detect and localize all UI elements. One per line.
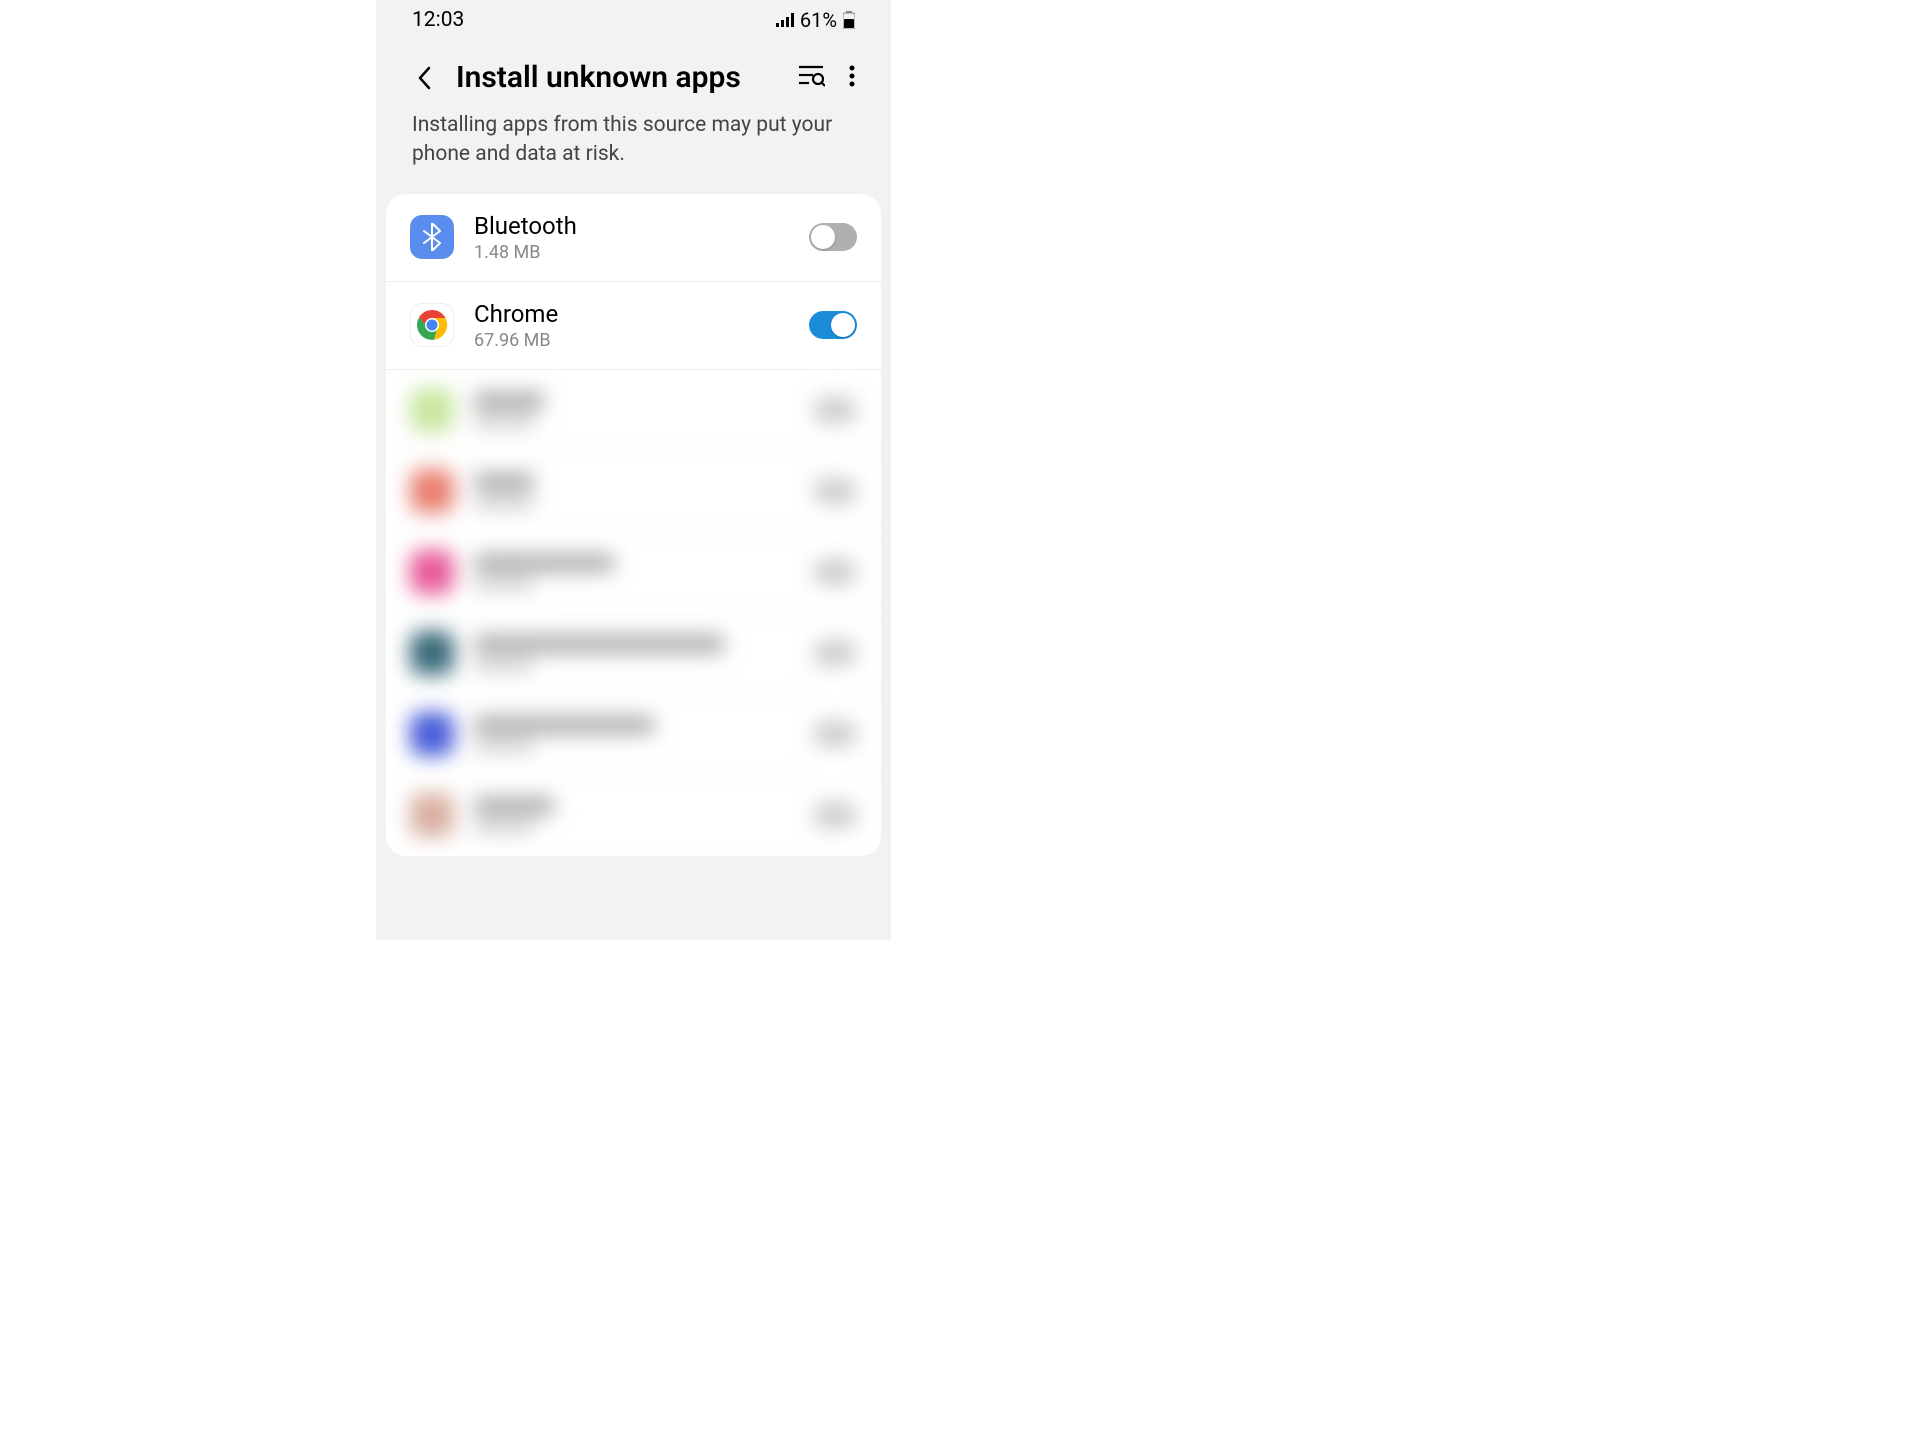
blurred-toggle <box>813 559 857 585</box>
blurred-icon <box>410 631 454 675</box>
back-button[interactable] <box>412 66 436 90</box>
status-bar: 12:03 61% <box>376 0 891 40</box>
blurred-app-row <box>386 532 881 613</box>
chrome-icon <box>410 303 454 347</box>
blurred-icon <box>410 388 454 432</box>
status-right: 61% <box>776 8 855 32</box>
toggle-knob <box>811 225 835 249</box>
battery-icon <box>843 11 855 29</box>
blurred-icon <box>410 712 454 756</box>
kebab-menu-icon <box>849 65 855 87</box>
status-time: 12:03 <box>412 8 464 32</box>
blurred-icon <box>410 793 454 837</box>
blurred-text <box>474 473 793 509</box>
app-size: 67.96 MB <box>474 330 789 351</box>
blurred-text <box>474 554 793 590</box>
app-row-bluetooth[interactable]: Bluetooth 1.48 MB <box>386 194 881 282</box>
toggle-chrome[interactable] <box>809 311 857 339</box>
blurred-toggle <box>813 640 857 666</box>
app-list-card: Bluetooth 1.48 MB Chrome <box>386 194 881 856</box>
search-list-button[interactable] <box>799 65 825 91</box>
app-info: Bluetooth 1.48 MB <box>474 212 789 263</box>
chevron-left-icon <box>417 66 431 90</box>
toggle-bluetooth[interactable] <box>809 223 857 251</box>
blurred-text <box>474 392 793 428</box>
blurred-toggle <box>813 721 857 747</box>
blurred-app-row <box>386 694 881 775</box>
blurred-toggle <box>813 397 857 423</box>
app-row-chrome[interactable]: Chrome 67.96 MB <box>386 282 881 370</box>
app-info: Chrome 67.96 MB <box>474 300 789 351</box>
blurred-text <box>474 635 793 671</box>
blurred-text <box>474 797 793 833</box>
more-options-button[interactable] <box>849 65 855 91</box>
app-name: Bluetooth <box>474 212 789 240</box>
signal-icon <box>776 13 794 27</box>
blurred-toggle <box>813 802 857 828</box>
app-name: Chrome <box>474 300 789 328</box>
toggle-knob <box>831 313 855 337</box>
page-title: Install unknown apps <box>456 60 779 95</box>
blurred-app-row <box>386 775 881 856</box>
blurred-icon <box>410 550 454 594</box>
phone-screen: 12:03 61% Install unknown apps <box>376 0 891 940</box>
warning-description: Installing apps from this source may put… <box>376 105 891 194</box>
header: Install unknown apps <box>376 40 891 105</box>
app-size: 1.48 MB <box>474 242 789 263</box>
bluetooth-icon <box>410 215 454 259</box>
blurred-icon <box>410 469 454 513</box>
blurred-toggle <box>813 478 857 504</box>
battery-percent: 61% <box>800 8 837 32</box>
header-actions <box>799 65 855 91</box>
blurred-app-row <box>386 613 881 694</box>
blurred-app-row <box>386 451 881 532</box>
search-list-icon <box>799 65 825 87</box>
blurred-app-row <box>386 370 881 451</box>
blurred-text <box>474 716 793 752</box>
